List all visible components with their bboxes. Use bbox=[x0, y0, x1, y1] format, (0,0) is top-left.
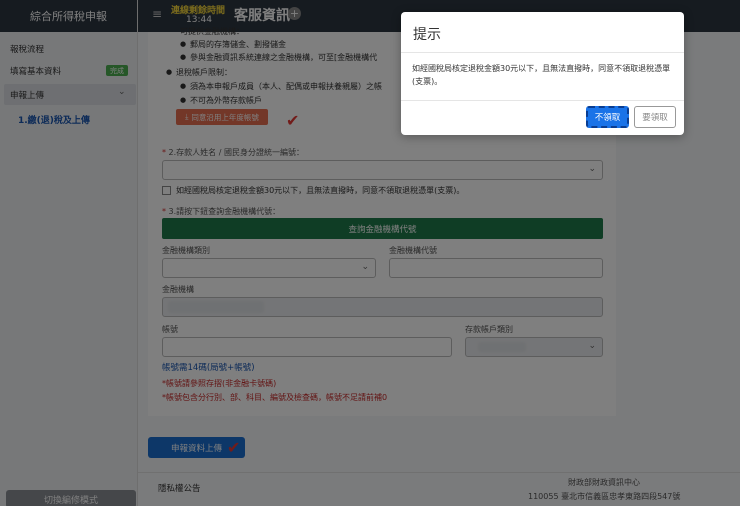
decline-refund-button[interactable]: 不領取 bbox=[586, 106, 629, 128]
confirm-dialog: 提示 如經國稅局核定退稅金額30元以下，且無法直撥時，同意不領取退稅憑單(支票)… bbox=[401, 12, 684, 135]
divider bbox=[401, 100, 684, 101]
dialog-message: 如經國稅局核定退稅金額30元以下，且無法直撥時，同意不領取退稅憑單(支票)。 bbox=[412, 64, 671, 86]
divider bbox=[401, 52, 684, 53]
dialog-title: 提示 bbox=[413, 27, 441, 43]
accept-refund-button[interactable]: 要領取 bbox=[634, 106, 676, 128]
